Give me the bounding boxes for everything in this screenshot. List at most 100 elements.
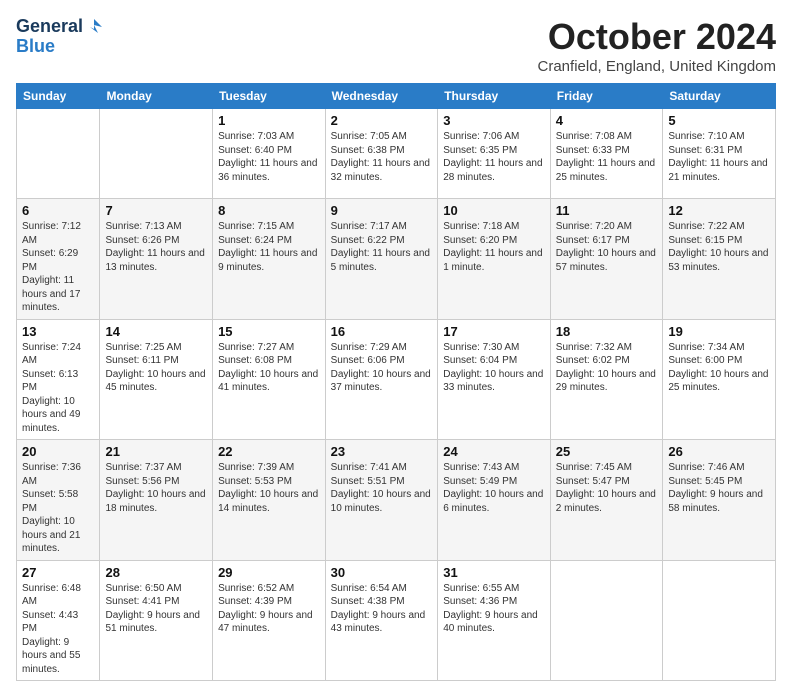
day-info: Sunrise: 7:08 AM Sunset: 6:33 PM Dayligh…: [556, 130, 658, 184]
day-info: Sunrise: 7:18 AM Sunset: 6:20 PM Dayligh…: [443, 220, 545, 274]
logo: General Blue: [16, 16, 105, 55]
day-number: 15: [218, 324, 320, 339]
calendar-table: SundayMondayTuesdayWednesdayThursdayFrid…: [16, 83, 776, 681]
day-number: 24: [443, 444, 545, 459]
calendar-cell: 28 Sunrise: 6:50 AM Sunset: 4:41 PM Dayli…: [100, 560, 213, 681]
day-number: 25: [556, 444, 658, 459]
logo-bird-icon: [84, 17, 104, 37]
calendar-cell: 21 Sunrise: 7:37 AM Sunset: 5:56 PM Dayli…: [100, 440, 213, 561]
calendar-cell: 4 Sunrise: 7:08 AM Sunset: 6:33 PM Daylig…: [550, 109, 663, 199]
day-info: Sunrise: 7:29 AM Sunset: 6:06 PM Dayligh…: [331, 341, 433, 395]
calendar-cell: [100, 109, 213, 199]
day-number: 13: [22, 324, 94, 339]
day-number: 4: [556, 113, 658, 128]
calendar-cell: 10 Sunrise: 7:18 AM Sunset: 6:20 PM Dayli…: [438, 199, 551, 320]
calendar-cell: 11 Sunrise: 7:20 AM Sunset: 6:17 PM Dayli…: [550, 199, 663, 320]
calendar-cell: 9 Sunrise: 7:17 AM Sunset: 6:22 PM Daylig…: [325, 199, 438, 320]
day-number: 23: [331, 444, 433, 459]
day-info: Sunrise: 7:12 AM Sunset: 6:29 PM Dayligh…: [22, 220, 94, 315]
calendar-cell: 30Sunrise: 6:54 AM Sunset: 4:38 PM Dayli…: [325, 560, 438, 681]
day-number: 20: [22, 444, 94, 459]
day-info: Sunrise: 7:46 AM Sunset: 5:45 PM Dayligh…: [668, 461, 770, 515]
col-header-monday: Monday: [100, 84, 213, 109]
calendar-cell: [663, 560, 776, 681]
col-header-tuesday: Tuesday: [213, 84, 326, 109]
day-number: 7: [105, 203, 207, 218]
day-number: 8: [218, 203, 320, 218]
day-info: Sunrise: 7:30 AM Sunset: 6:04 PM Dayligh…: [443, 341, 545, 395]
calendar-cell: 15Sunrise: 7:27 AM Sunset: 6:08 PM Dayli…: [213, 319, 326, 440]
day-number: 2: [331, 113, 433, 128]
day-info: Sunrise: 7:24 AM Sunset: 6:13 PM Dayligh…: [22, 341, 94, 436]
calendar-cell: 31 Sunrise: 6:55 AM Sunset: 4:36 PM Dayli…: [438, 560, 551, 681]
day-info: Sunrise: 7:22 AM Sunset: 6:15 PM Dayligh…: [668, 220, 770, 274]
day-info: Sunrise: 7:10 AM Sunset: 6:31 PM Dayligh…: [668, 130, 770, 184]
calendar-cell: 20 Sunrise: 7:36 AM Sunset: 5:58 PM Dayli…: [17, 440, 100, 561]
day-number: 12: [668, 203, 770, 218]
day-info: Sunrise: 7:13 AM Sunset: 6:26 PM Dayligh…: [105, 220, 207, 274]
calendar-cell: 14 Sunrise: 7:25 AM Sunset: 6:11 PM Dayli…: [100, 319, 213, 440]
calendar-cell: 5 Sunrise: 7:10 AM Sunset: 6:31 PM Daylig…: [663, 109, 776, 199]
calendar-cell: 8 Sunrise: 7:15 AM Sunset: 6:24 PM Daylig…: [213, 199, 326, 320]
page-header: General Blue October 2024 Cranfield, Eng…: [16, 16, 776, 75]
calendar-cell: [17, 109, 100, 199]
day-number: 14: [105, 324, 207, 339]
day-number: 1: [218, 113, 320, 128]
day-info: Sunrise: 7:25 AM Sunset: 6:11 PM Dayligh…: [105, 341, 207, 395]
day-number: 16: [331, 324, 433, 339]
calendar-cell: 16 Sunrise: 7:29 AM Sunset: 6:06 PM Dayli…: [325, 319, 438, 440]
calendar-cell: 12 Sunrise: 7:22 AM Sunset: 6:15 PM Dayli…: [663, 199, 776, 320]
day-number: 22: [218, 444, 320, 459]
logo-general: General: [16, 16, 83, 37]
day-number: 28: [105, 565, 207, 580]
day-number: 18: [556, 324, 658, 339]
day-info: Sunrise: 7:36 AM Sunset: 5:58 PM Dayligh…: [22, 461, 94, 556]
calendar-cell: 19Sunrise: 7:34 AM Sunset: 6:00 PM Dayli…: [663, 319, 776, 440]
location-title: Cranfield, England, United Kingdom: [538, 58, 776, 75]
day-info: Sunrise: 6:48 AM Sunset: 4:43 PM Dayligh…: [22, 582, 94, 677]
day-info: Sunrise: 7:45 AM Sunset: 5:47 PM Dayligh…: [556, 461, 658, 515]
title-block: October 2024 Cranfield, England, United …: [538, 16, 776, 75]
day-number: 26: [668, 444, 770, 459]
day-number: 11: [556, 203, 658, 218]
calendar-cell: [550, 560, 663, 681]
logo-blue-text: Blue: [16, 37, 55, 55]
day-info: Sunrise: 6:50 AM Sunset: 4:41 PM Dayligh…: [105, 582, 207, 636]
calendar-cell: 3Sunrise: 7:06 AM Sunset: 6:35 PM Daylig…: [438, 109, 551, 199]
day-info: Sunrise: 7:41 AM Sunset: 5:51 PM Dayligh…: [331, 461, 433, 515]
day-info: Sunrise: 7:37 AM Sunset: 5:56 PM Dayligh…: [105, 461, 207, 515]
calendar-cell: 24Sunrise: 7:43 AM Sunset: 5:49 PM Dayli…: [438, 440, 551, 561]
col-header-thursday: Thursday: [438, 84, 551, 109]
day-info: Sunrise: 7:03 AM Sunset: 6:40 PM Dayligh…: [218, 130, 320, 184]
day-number: 10: [443, 203, 545, 218]
day-number: 31: [443, 565, 545, 580]
day-info: Sunrise: 7:17 AM Sunset: 6:22 PM Dayligh…: [331, 220, 433, 274]
day-number: 30: [331, 565, 433, 580]
day-number: 27: [22, 565, 94, 580]
calendar-cell: 1 Sunrise: 7:03 AM Sunset: 6:40 PM Daylig…: [213, 109, 326, 199]
day-info: Sunrise: 7:20 AM Sunset: 6:17 PM Dayligh…: [556, 220, 658, 274]
day-number: 6: [22, 203, 94, 218]
calendar-cell: 6 Sunrise: 7:12 AM Sunset: 6:29 PM Daylig…: [17, 199, 100, 320]
calendar-cell: 29Sunrise: 6:52 AM Sunset: 4:39 PM Dayli…: [213, 560, 326, 681]
calendar-cell: 23 Sunrise: 7:41 AM Sunset: 5:51 PM Dayli…: [325, 440, 438, 561]
col-header-sunday: Sunday: [17, 84, 100, 109]
col-header-friday: Friday: [550, 84, 663, 109]
day-info: Sunrise: 7:15 AM Sunset: 6:24 PM Dayligh…: [218, 220, 320, 274]
day-info: Sunrise: 6:55 AM Sunset: 4:36 PM Dayligh…: [443, 582, 545, 636]
day-info: Sunrise: 7:39 AM Sunset: 5:53 PM Dayligh…: [218, 461, 320, 515]
calendar-cell: 13 Sunrise: 7:24 AM Sunset: 6:13 PM Dayli…: [17, 319, 100, 440]
day-number: 17: [443, 324, 545, 339]
calendar-cell: 7 Sunrise: 7:13 AM Sunset: 6:26 PM Daylig…: [100, 199, 213, 320]
calendar-cell: 17 Sunrise: 7:30 AM Sunset: 6:04 PM Dayli…: [438, 319, 551, 440]
day-info: Sunrise: 7:34 AM Sunset: 6:00 PM Dayligh…: [668, 341, 770, 395]
calendar-cell: 2Sunrise: 7:05 AM Sunset: 6:38 PM Daylig…: [325, 109, 438, 199]
day-info: Sunrise: 6:52 AM Sunset: 4:39 PM Dayligh…: [218, 582, 320, 636]
day-number: 9: [331, 203, 433, 218]
day-number: 21: [105, 444, 207, 459]
calendar-cell: 27 Sunrise: 6:48 AM Sunset: 4:43 PM Dayli…: [17, 560, 100, 681]
day-number: 5: [668, 113, 770, 128]
calendar-cell: 25 Sunrise: 7:45 AM Sunset: 5:47 PM Dayli…: [550, 440, 663, 561]
day-number: 3: [443, 113, 545, 128]
calendar-cell: 22 Sunrise: 7:39 AM Sunset: 5:53 PM Dayli…: [213, 440, 326, 561]
